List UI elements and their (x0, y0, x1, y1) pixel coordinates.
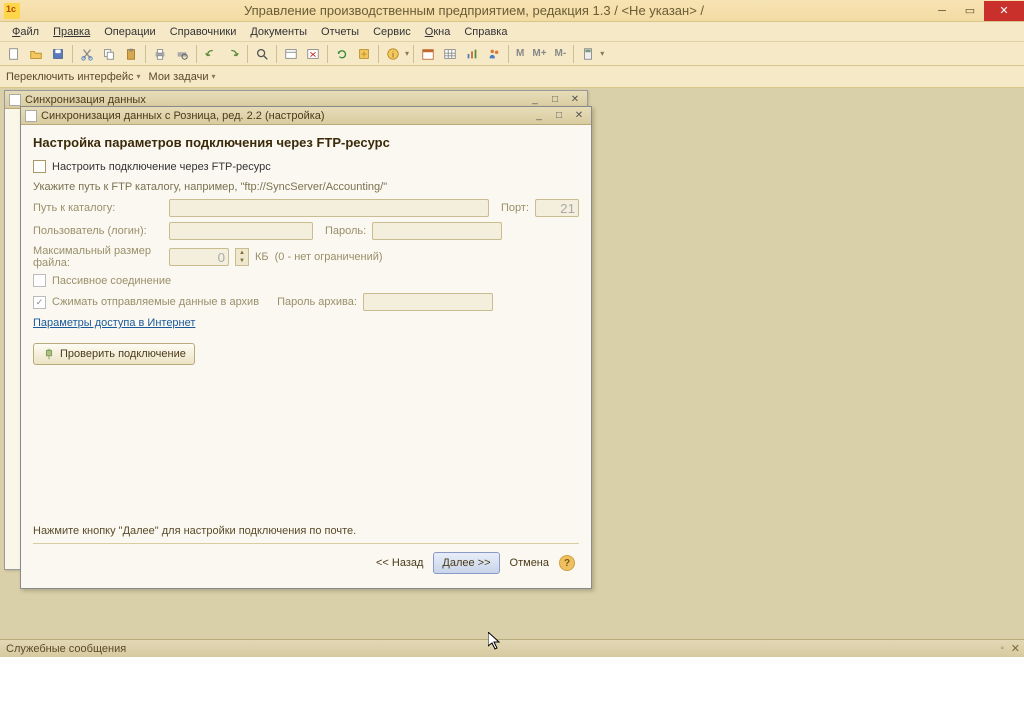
minimize-button[interactable]: ─ (928, 1, 956, 21)
my-tasks[interactable]: Мои задачи (149, 71, 216, 83)
max-size-hint: (0 - нет ограничений) (275, 251, 383, 263)
cut-icon[interactable] (77, 44, 97, 64)
refresh-icon[interactable] (332, 44, 352, 64)
users-icon[interactable] (484, 44, 504, 64)
passive-label: Пассивное соединение (52, 275, 171, 287)
help-icon[interactable]: ? (559, 555, 575, 571)
print-preview-icon[interactable] (172, 44, 192, 64)
messages-area (0, 657, 1024, 707)
passive-checkbox[interactable] (33, 274, 46, 287)
max-size-unit: КБ (255, 251, 269, 263)
plug-icon (42, 347, 56, 361)
minimize-icon[interactable]: _ (527, 93, 543, 107)
archive-password-input[interactable] (363, 293, 493, 311)
messages-title: Служебные сообщения (6, 643, 126, 655)
test-connection-label: Проверить подключение (60, 348, 186, 360)
port-input[interactable] (535, 199, 579, 217)
properties-icon[interactable] (281, 44, 301, 64)
messages-close-icon[interactable]: ✕ (1011, 642, 1020, 655)
toolbar: i ▾ M M+ M- ▾ (0, 42, 1024, 66)
close-win-icon[interactable] (303, 44, 323, 64)
search-icon[interactable] (252, 44, 272, 64)
grid-icon[interactable] (440, 44, 460, 64)
switchbar: Переключить интерфейс Мои задачи (0, 66, 1024, 88)
maximize-icon[interactable]: □ (547, 93, 563, 107)
maximize-icon[interactable]: □ (551, 109, 567, 123)
user-input[interactable] (169, 222, 313, 240)
close-icon[interactable]: ✕ (567, 93, 583, 107)
switch-interface[interactable]: Переключить интерфейс (6, 71, 141, 83)
compress-checkbox[interactable] (33, 296, 46, 309)
dialog-title: Синхронизация данных с Розница, ред. 2.2… (41, 110, 527, 122)
max-size-label: Максимальный размер файла: (33, 245, 163, 269)
archive-password-label: Пароль архива: (277, 296, 357, 308)
menu-edit[interactable]: Правка (47, 24, 96, 40)
messages-bar[interactable]: Служебные сообщения ◦ ✕ (0, 639, 1024, 657)
close-button[interactable]: ✕ (984, 1, 1024, 21)
cancel-button[interactable]: Отмена (506, 557, 553, 569)
footer-hint: Нажмите кнопку "Далее" для настройки под… (33, 525, 579, 544)
menu-catalogs[interactable]: Справочники (164, 24, 243, 40)
menu-file[interactable]: Файл (6, 24, 45, 40)
menu-documents[interactable]: Документы (244, 24, 313, 40)
configure-ftp-checkbox[interactable] (33, 160, 46, 173)
path-hint: Укажите путь к FTP каталогу, например, "… (33, 181, 579, 193)
internet-params-link[interactable]: Параметры доступа в Интернет (33, 317, 195, 329)
sync-window-title: Синхронизация данных (25, 94, 523, 106)
test-connection-button[interactable]: Проверить подключение (33, 343, 195, 365)
next-button[interactable]: Далее >> (433, 552, 499, 574)
password-input[interactable] (372, 222, 502, 240)
user-label: Пользователь (логин): (33, 225, 163, 237)
document-icon (25, 110, 37, 122)
minimize-icon[interactable]: _ (531, 109, 547, 123)
info-icon[interactable]: i (383, 44, 403, 64)
menu-operations[interactable]: Операции (98, 24, 161, 40)
calculator-icon[interactable] (578, 44, 598, 64)
menu-service[interactable]: Сервис (367, 24, 417, 40)
port-label: Порт: (501, 202, 529, 214)
memory-m[interactable]: M (513, 44, 527, 64)
ftp-settings-dialog: Синхронизация данных с Розница, ред. 2.2… (20, 106, 592, 589)
app-title: Управление производственным предприятием… (20, 3, 928, 18)
password-label: Пароль: (325, 225, 366, 237)
calendar-icon[interactable] (418, 44, 438, 64)
copy-icon[interactable] (99, 44, 119, 64)
paste-icon[interactable] (121, 44, 141, 64)
document-icon (9, 94, 21, 106)
save-icon[interactable] (48, 44, 68, 64)
max-size-input[interactable] (169, 248, 229, 266)
memory-m-plus[interactable]: M+ (529, 44, 549, 64)
svg-text:i: i (392, 50, 394, 59)
dialog-titlebar[interactable]: Синхронизация данных с Розница, ред. 2.2… (21, 107, 591, 125)
path-input[interactable] (169, 199, 489, 217)
menubar: Файл Правка Операции Справочники Докумен… (0, 22, 1024, 42)
close-icon[interactable]: ✕ (571, 109, 587, 123)
window-controls: ─ ▭ ✕ (928, 1, 1024, 21)
print-icon[interactable] (150, 44, 170, 64)
titlebar: Управление производственным предприятием… (0, 0, 1024, 22)
nav-icon[interactable] (354, 44, 374, 64)
compress-label: Сжимать отправляемые данные в архив (52, 296, 259, 308)
redo-icon[interactable] (223, 44, 243, 64)
configure-ftp-label: Настроить подключение через FTP-ресурс (52, 161, 271, 173)
memory-m-minus[interactable]: M- (552, 44, 570, 64)
pin-icon[interactable]: ◦ (1000, 643, 1004, 654)
new-icon[interactable] (4, 44, 24, 64)
open-icon[interactable] (26, 44, 46, 64)
max-size-spinner[interactable]: ▲▼ (235, 248, 249, 266)
undo-icon[interactable] (201, 44, 221, 64)
menu-windows[interactable]: Окна (419, 24, 457, 40)
path-label: Путь к каталогу: (33, 202, 163, 214)
chart-icon[interactable] (462, 44, 482, 64)
dialog-heading: Настройка параметров подключения через F… (33, 135, 579, 150)
app-icon (4, 3, 20, 19)
menu-reports[interactable]: Отчеты (315, 24, 365, 40)
maximize-button[interactable]: ▭ (956, 1, 984, 21)
workspace: Синхронизация данных _ □ ✕ Синхронизация… (0, 88, 1024, 639)
back-button[interactable]: << Назад (372, 557, 427, 569)
menu-help[interactable]: Справка (458, 24, 513, 40)
